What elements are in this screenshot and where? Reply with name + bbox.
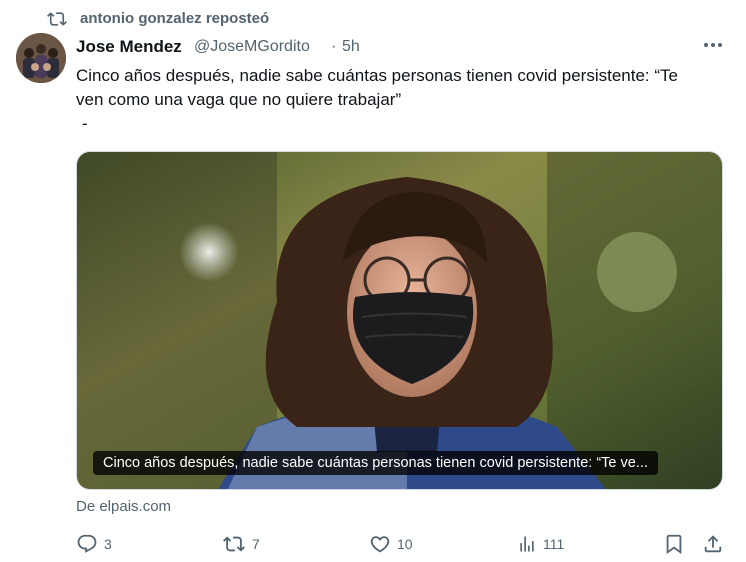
- tweet-text-line: ven como una vaga que no quiere trabajar…: [76, 90, 402, 109]
- avatar[interactable]: [16, 33, 66, 83]
- like-count: 10: [397, 536, 413, 552]
- heart-icon: [370, 536, 390, 553]
- media-card[interactable]: Cinco años después, nadie sabe cuántas p…: [76, 151, 723, 490]
- repost-button[interactable]: 7: [222, 533, 260, 555]
- reply-count: 3: [104, 536, 112, 552]
- repost-icon: [47, 12, 67, 26]
- views-button[interactable]: 111: [517, 533, 564, 555]
- more-dot-icon: [704, 43, 708, 47]
- action-bar: 3 7 10 111: [0, 530, 746, 560]
- bookmark-icon: [666, 534, 682, 555]
- separator-dot: ·: [331, 38, 337, 55]
- reply-button[interactable]: 3: [76, 533, 112, 555]
- tweet-text-line: Cinco años después, nadie sabe cuántas p…: [76, 66, 678, 85]
- share-icon: [704, 535, 722, 553]
- more-dot-icon: [718, 43, 722, 47]
- link-source[interactable]: De elpais.com: [76, 498, 171, 515]
- author-handle[interactable]: @JoseMGordito: [194, 38, 310, 56]
- analytics-icon: [520, 536, 534, 552]
- tweet-text: Cinco años después, nadie sabe cuántas p…: [76, 64, 726, 136]
- bookmark-button[interactable]: [663, 533, 685, 555]
- media-caption: Cinco años después, nadie sabe cuántas p…: [93, 451, 658, 475]
- repost-header: [46, 9, 68, 29]
- tweet-timestamp[interactable]: 5h: [342, 38, 360, 56]
- author-name[interactable]: Jose Mendez: [76, 37, 182, 57]
- repost-label[interactable]: antonio gonzalez reposteó: [80, 10, 269, 27]
- article-photo[interactable]: [77, 152, 723, 490]
- view-count: 111: [543, 536, 565, 552]
- tweet-text-line: -: [82, 114, 88, 133]
- more-dot-icon: [711, 43, 715, 47]
- repost-count: 7: [252, 536, 260, 552]
- reply-icon: [77, 534, 97, 553]
- share-button[interactable]: [702, 533, 724, 555]
- more-options-button[interactable]: [700, 34, 726, 56]
- like-button[interactable]: 10: [369, 533, 413, 555]
- repost-icon: [223, 536, 245, 552]
